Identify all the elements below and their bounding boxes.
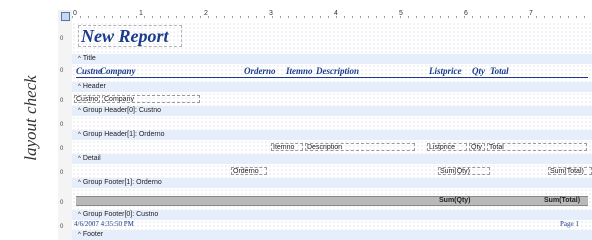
description-field[interactable]: Description xyxy=(305,143,415,151)
column-header[interactable]: Custno xyxy=(76,66,103,76)
column-header[interactable]: Itemno xyxy=(286,66,313,76)
ruler-mark: 3 xyxy=(269,10,273,17)
collapse-icon: ^ xyxy=(78,132,81,138)
company-field[interactable]: Company xyxy=(102,95,200,103)
ruler-zero: 0 xyxy=(60,170,64,176)
grid-icon xyxy=(61,12,70,21)
ruler-zero: 0 xyxy=(60,146,64,152)
ruler-mark: 1 xyxy=(139,10,143,17)
summary-bar[interactable]: Sum(Qty) Sum(Total) xyxy=(76,196,588,206)
band-label: Group Footer[1]: Orderno xyxy=(82,179,162,186)
collapse-icon: ^ xyxy=(78,84,81,90)
listprice-field[interactable]: Listprice xyxy=(427,143,467,151)
band-label: Group Header[1]: Orderno xyxy=(82,131,165,138)
collapse-icon: ^ xyxy=(78,232,81,238)
ruler-corner[interactable] xyxy=(58,10,72,22)
column-header[interactable]: Company xyxy=(100,66,136,76)
ruler-mark: 4 xyxy=(334,10,338,17)
band-bar-group-footer-1[interactable]: ^ Group Footer[1]: Orderno xyxy=(72,178,592,188)
band-bar-group-header-0[interactable]: ^ Group Header[0]: Custno xyxy=(72,106,592,116)
ruler-zero: 0 xyxy=(60,200,64,206)
column-header[interactable]: Description xyxy=(316,66,359,76)
group-footer-1-band[interactable]: Sum(Qty) Sum(Total) xyxy=(72,188,592,210)
page-number-field[interactable]: Page 1 xyxy=(560,220,579,228)
column-header[interactable]: Qty xyxy=(472,66,485,76)
band-label: Footer xyxy=(82,231,104,238)
ruler-mark: 7 xyxy=(529,10,533,17)
itemno-field[interactable]: Itemno xyxy=(271,143,303,151)
qty-field[interactable]: Qty xyxy=(469,143,485,151)
sum-qty-field[interactable]: Sum(Qty) xyxy=(438,167,490,175)
band-bar-title[interactable]: ^ Title xyxy=(72,54,592,64)
ruler-zero: 0 xyxy=(60,224,64,230)
band-label: Header xyxy=(82,83,106,90)
ruler-zero: 0 xyxy=(60,98,64,104)
column-header[interactable]: Orderno xyxy=(244,66,276,76)
vertical-ruler: 0 0 0 0 0 0 0 0 xyxy=(58,22,73,240)
total-field[interactable]: Total xyxy=(487,143,587,151)
ruler-mark: 2 xyxy=(204,10,208,17)
band-bar-detail[interactable]: ^ Detail xyxy=(72,154,592,164)
title-band[interactable]: New Report xyxy=(72,22,592,54)
collapse-icon: ^ xyxy=(78,56,81,62)
header-underline xyxy=(76,77,588,78)
watermark-panel: layout check xyxy=(0,0,58,240)
group-header-0-space[interactable] xyxy=(72,116,592,130)
band-label: Group Header[0]: Custno xyxy=(82,107,162,114)
collapse-icon: ^ xyxy=(78,212,81,218)
ruler-mark: 5 xyxy=(399,10,403,17)
watermark-text: layout check xyxy=(21,75,40,161)
custno-field[interactable]: Custno xyxy=(74,95,100,103)
report-title[interactable]: New Report xyxy=(78,25,182,47)
summary-total[interactable]: Sum(Total) xyxy=(544,197,580,205)
group-footer-0-band[interactable]: 4/6/2007 4:35:50 PM Page 1 xyxy=(72,220,592,230)
report-canvas[interactable]: New Report ^ Title Custno Company Orderno… xyxy=(72,22,592,240)
band-bar-header[interactable]: ^ Header xyxy=(72,82,592,92)
ruler-zero: 0 xyxy=(60,36,64,42)
ruler-zero: 0 xyxy=(60,68,64,74)
band-label: Detail xyxy=(82,155,101,162)
report-designer[interactable]: 0 1 2 3 4 5 6 7 0 0 0 0 0 0 0 0 New Repo… xyxy=(58,10,592,240)
column-header[interactable]: Total xyxy=(490,66,509,76)
summary-qty[interactable]: Sum(Qty) xyxy=(439,197,471,205)
orderno-field[interactable]: Orderno xyxy=(231,167,267,175)
print-date-field[interactable]: 4/6/2007 4:35:50 PM xyxy=(74,220,134,228)
band-bar-group-header-1[interactable]: ^ Group Header[1]: Orderno xyxy=(72,130,592,140)
ruler-mark: 0 xyxy=(73,10,77,17)
ruler-mark: 6 xyxy=(464,10,468,17)
sum-total-field[interactable]: Sum(Total) xyxy=(548,167,592,175)
ruler-zero: 0 xyxy=(60,122,64,128)
column-header[interactable]: Listprice xyxy=(429,66,462,76)
band-bar-footer[interactable]: ^ Footer xyxy=(72,230,592,240)
band-label: Group Footer[0]: Custno xyxy=(82,211,159,218)
collapse-icon: ^ xyxy=(78,108,81,114)
group-header-1-band[interactable]: Itemno Description Listprice Qty Total xyxy=(72,140,592,154)
band-label: Title xyxy=(82,55,96,62)
band-bar-group-footer-0[interactable]: ^ Group Footer[0]: Custno xyxy=(72,210,592,220)
collapse-icon: ^ xyxy=(78,156,81,162)
detail-band[interactable]: Orderno Sum(Qty) Sum(Total) xyxy=(72,164,592,178)
collapse-icon: ^ xyxy=(78,180,81,186)
group-header-0-band[interactable]: Custno Company xyxy=(72,92,592,106)
